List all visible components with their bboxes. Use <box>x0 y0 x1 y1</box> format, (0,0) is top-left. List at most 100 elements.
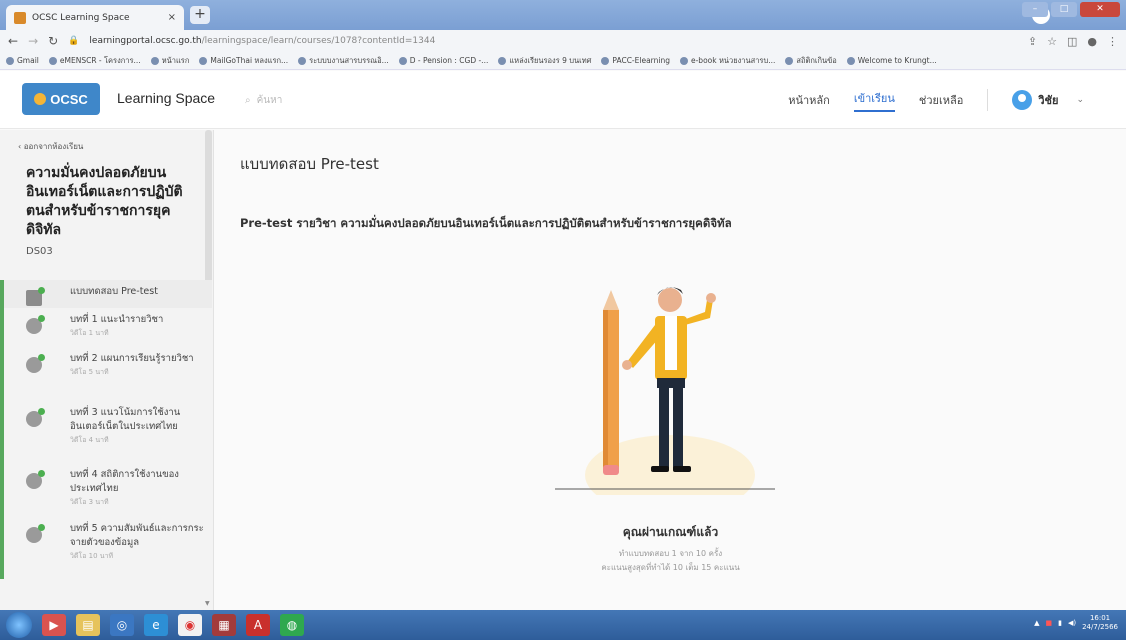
bookmark-favicon-icon <box>6 56 14 65</box>
search-field[interactable]: ⌕ ค้นหา <box>245 89 555 111</box>
media-player-icon[interactable]: ▶ <box>42 614 66 636</box>
bookmark-item[interactable]: eMENSCR - โครงการ... <box>48 55 141 67</box>
browser-tab[interactable]: OCSC Learning Space × <box>6 5 184 30</box>
bookmark-label: แหล่งเรียนรองร 9 บนเทศ <box>509 55 592 65</box>
bookmark-favicon-icon <box>785 56 794 65</box>
bookmark-item[interactable]: D - Pension : CGD -... <box>398 56 489 65</box>
bookmark-favicon-icon <box>601 56 610 65</box>
logo-mark-icon <box>34 93 47 105</box>
bookmark-label: MailGoThai หลงแรก... <box>210 55 289 65</box>
bookmark-label: สถิติกเกินข้อ <box>796 55 837 65</box>
archive-app-icon[interactable]: ▦ <box>212 614 236 636</box>
nav-help[interactable]: ช่วยเหลือ <box>919 91 963 109</box>
bookmark-favicon-icon <box>846 56 855 65</box>
bookmark-item[interactable]: MailGoThai หลงแรก... <box>199 55 288 67</box>
lesson-item-1[interactable]: บทที่ 1 แนะนำรายวิชา วิดีโอ 1 นาที <box>0 308 212 347</box>
windows-taskbar: ▶ ▤ ◎ e ◉ ▦ A ◍ ▲ ■ ▮ ◀) 16:01 24/7/2566 <box>0 610 1126 640</box>
bookmark-item[interactable]: สถิติกเกินข้อ <box>785 55 837 67</box>
close-window-button[interactable]: ✕ <box>1080 2 1120 17</box>
bookmark-label: eMENSCR - โครงการ... <box>59 55 141 65</box>
chevron-down-icon: ⌄ <box>1076 95 1084 105</box>
profile-avatar-icon[interactable]: ● <box>1087 35 1097 48</box>
tray-arrow-icon[interactable]: ▲ <box>1034 619 1039 627</box>
bookmark-label: D - Pension : CGD -... <box>409 56 489 65</box>
lesson-item-pretest[interactable]: แบบทดสอบ Pre-test <box>0 280 212 308</box>
best-score: คะแนนสูงสุดที่ทำได้ 10 เต็ม 15 คะแนน <box>601 563 740 572</box>
lesson-item-4[interactable]: บทที่ 4 สถิติการใช้งานของประเทศไทย วิดีโ… <box>0 463 212 517</box>
bookmark-favicon-icon <box>498 56 507 65</box>
lock-icon[interactable]: 🔒 <box>68 36 79 46</box>
sidebar-scrollbar[interactable] <box>205 130 212 300</box>
bookmark-label: e-book หน่วยงานสารบ... <box>690 55 776 65</box>
forward-arrow-icon[interactable]: → <box>28 34 38 48</box>
bookmark-item[interactable]: e-book หน่วยงานสารบ... <box>679 55 776 67</box>
bookmark-favicon-icon <box>679 56 688 65</box>
lesson-title: บทที่ 4 สถิติการใช้งานของประเทศไทย <box>70 469 179 494</box>
nav-divider <box>987 89 989 111</box>
file-explorer-icon[interactable]: ▤ <box>76 614 100 636</box>
lesson-item-5[interactable]: บทที่ 5 ความสัมพันธ์และการกระจายตัวของข้… <box>0 517 212 579</box>
lesson-title: บทที่ 2 แผนการเรียนรู้รายวิชา <box>70 353 194 364</box>
pdf-reader-icon[interactable]: A <box>246 614 270 636</box>
maximize-button[interactable]: □ <box>1051 2 1077 17</box>
lesson-title: แบบทดสอบ Pre-test <box>70 286 158 297</box>
nav-home[interactable]: หน้าหลัก <box>788 91 830 109</box>
lesson-title: บทที่ 1 แนะนำรายวิชา <box>70 314 164 325</box>
bookmark-label: PACC-Elearning <box>612 56 670 65</box>
video-play-icon <box>26 470 45 489</box>
system-tray: ▲ ■ ▮ ◀) 16:01 24/7/2566 <box>1034 614 1118 632</box>
quiz-document-icon <box>26 287 45 306</box>
bookmark-item[interactable]: PACC-Elearning <box>601 56 670 65</box>
bookmark-label: ระบบบงานสารบรรณอิ... <box>309 55 389 65</box>
tab-title: OCSC Learning Space <box>32 12 130 23</box>
url-path: /learningspace/learn/courses/1078?conten… <box>201 36 436 46</box>
browser-tab-bar: OCSC Learning Space × + ⌄ – □ ✕ <box>0 0 1126 30</box>
chrome-icon[interactable]: ◉ <box>178 614 202 636</box>
bookmark-item[interactable]: หน้าแรก <box>150 55 189 67</box>
url-field[interactable]: learningportal.ocsc.go.th/learningspace/… <box>89 36 1017 46</box>
internet-explorer-icon[interactable]: e <box>144 614 168 636</box>
nav-enroll[interactable]: เข้าเรียน <box>853 89 895 112</box>
lesson-title: บทที่ 5 ความสัมพันธ์และการกระจายตัวของข้… <box>70 523 204 548</box>
network-icon[interactable]: ▮ <box>1058 619 1062 627</box>
ocsc-logo[interactable]: OCSC <box>22 83 100 115</box>
lesson-duration: วิดีโอ 4 นาที <box>70 436 109 444</box>
share-icon[interactable]: ⇪ <box>1028 35 1037 48</box>
new-tab-button[interactable]: + <box>190 6 210 24</box>
scroll-down-arrow-icon[interactable]: ▼ <box>205 600 210 607</box>
exit-classroom-link[interactable]: ‹ ออกจากห้องเรียน <box>18 140 83 153</box>
page-title: แบบทดสอบ Pre-test <box>240 155 379 173</box>
bookmark-favicon-icon <box>298 56 307 65</box>
brand-name: Learning Space <box>117 90 216 106</box>
top-navigation: หน้าหลัก เข้าเรียน ช่วยเหลือ วิชัย ⌄ <box>788 85 1084 115</box>
start-button[interactable] <box>6 612 32 638</box>
course-code: DS03 <box>26 246 53 257</box>
minimize-button[interactable]: – <box>1022 2 1048 17</box>
side-panel-icon[interactable]: ◫ <box>1067 35 1077 48</box>
line-app-icon[interactable]: ◍ <box>280 614 304 636</box>
close-tab-icon[interactable]: × <box>168 12 176 23</box>
back-arrow-icon[interactable]: ← <box>8 34 18 48</box>
bookmark-item[interactable]: แหล่งเรียนรองร 9 บนเทศ <box>498 55 591 67</box>
media-center-icon[interactable]: ◎ <box>110 614 134 636</box>
volume-icon[interactable]: ◀) <box>1068 619 1076 627</box>
video-play-icon <box>26 354 45 373</box>
bookmark-item[interactable]: Gmail <box>6 56 39 65</box>
menu-kebab-icon[interactable]: ⋮ <box>1107 35 1118 48</box>
system-clock[interactable]: 16:01 24/7/2566 <box>1082 614 1118 632</box>
lesson-item-2[interactable]: บทที่ 2 แผนการเรียนรู้รายวิชา วิดีโอ 5 น… <box>0 347 212 401</box>
user-menu[interactable]: วิชัย ⌄ <box>1012 90 1084 110</box>
reload-icon[interactable]: ↻ <box>48 34 58 48</box>
bookmark-item[interactable]: Welcome to Krungt... <box>846 56 937 65</box>
exit-classroom-label: ออกจากห้องเรียน <box>23 142 84 151</box>
bookmark-item[interactable]: ระบบบงานสารบรรณอิ... <box>298 55 389 67</box>
bookmark-favicon-icon <box>48 56 57 65</box>
lesson-title: บทที่ 3 แนวโน้มการใช้งานอินเตอร์เน็ตในปร… <box>70 407 181 432</box>
pencil-person-illustration <box>555 287 775 495</box>
lesson-item-3[interactable]: บทที่ 3 แนวโน้มการใช้งานอินเตอร์เน็ตในปร… <box>0 401 212 463</box>
bookmark-star-icon[interactable]: ☆ <box>1047 35 1057 48</box>
clock-time: 16:01 <box>1089 614 1111 622</box>
antivirus-icon[interactable]: ■ <box>1045 619 1052 627</box>
lesson-duration: วิดีโอ 3 นาที <box>70 498 109 506</box>
course-sidebar: ‹ ออกจากห้องเรียน ความมั่นคงปลอดภัยบนอิน… <box>0 130 214 610</box>
